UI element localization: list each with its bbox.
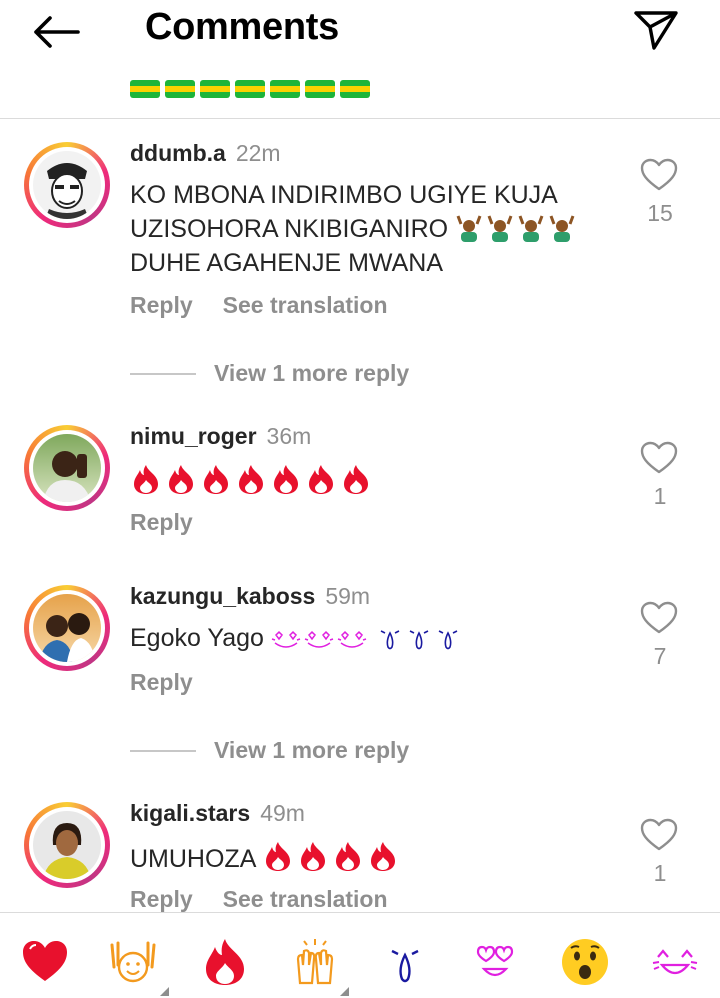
fire-emoji-icon[interactable] [198, 935, 252, 989]
like-count: 15 [647, 200, 673, 226]
comment-text: Egoko Yago [130, 621, 620, 655]
comment-username[interactable]: kazungu_kaboss 59m [130, 583, 370, 610]
avatar[interactable] [24, 142, 110, 228]
flag-emoji-icon [200, 80, 230, 98]
more-options-indicator [160, 987, 169, 996]
clapping-hands-emoji-icon[interactable] [288, 935, 342, 989]
avatar[interactable] [24, 425, 110, 511]
caption-flag-emojis [130, 80, 370, 100]
see-translation-button[interactable]: See translation [223, 292, 388, 318]
reply-button[interactable]: Reply [130, 292, 193, 318]
fire-emoji-icon [130, 465, 375, 496]
divider-line [130, 749, 196, 752]
reply-button[interactable]: Reply [130, 886, 193, 912]
laughing-face-emoji-icon[interactable] [648, 935, 702, 989]
comment-text [130, 463, 620, 499]
view-more-replies-button[interactable]: View 1 more reply [130, 737, 409, 764]
like-count: 1 [653, 483, 667, 509]
person-gesturing-ok-emoji-icon [487, 215, 513, 242]
see-translation-button[interactable]: See translation [223, 886, 388, 912]
like-count: 7 [653, 643, 667, 669]
flag-emoji-icon [340, 80, 370, 98]
comment-actions: Reply See translation [130, 886, 388, 913]
heart-eyes-emoji-icon[interactable] [468, 935, 522, 989]
heart-like-icon[interactable] [640, 601, 678, 635]
emoji-reaction-bar [0, 912, 720, 998]
comment-text: UMUHOZA [130, 840, 620, 876]
flag-emoji-icon [235, 80, 265, 98]
heart-like-icon[interactable] [640, 158, 678, 192]
person-gesturing-ok-emoji-icon [549, 215, 575, 242]
comment-username[interactable]: nimu_roger 36m [130, 423, 311, 450]
flag-emoji-icon [130, 80, 160, 98]
comment-time: 59m [325, 583, 371, 609]
more-options-indicator [340, 987, 349, 996]
comment-username[interactable]: kigali.stars 49m [130, 800, 305, 827]
flag-emoji-icon [270, 80, 300, 98]
header-bar: Comments [0, 0, 720, 119]
heart-like-icon[interactable] [640, 818, 678, 852]
divider-line [130, 372, 196, 375]
avatar[interactable] [24, 585, 110, 671]
comment-actions: Reply [130, 669, 193, 696]
comment-time: 49m [260, 800, 305, 826]
raising-hands-emoji-icon[interactable] [106, 935, 160, 989]
view-more-replies-button[interactable]: View 1 more reply [130, 360, 409, 387]
comment-actions: Reply See translation [130, 292, 388, 319]
comment-time: 22m [235, 140, 281, 166]
comment-time: 36m [266, 423, 312, 449]
red-heart-emoji-icon[interactable] [18, 935, 72, 989]
fire-emoji-icon [262, 842, 402, 873]
paper-plane-icon[interactable] [632, 8, 680, 52]
crying-face-emoji-icon[interactable] [378, 935, 432, 989]
crying-face-emoji-icon [377, 624, 464, 652]
comment-actions: Reply [130, 509, 193, 536]
heart-like-icon[interactable] [640, 441, 678, 475]
heart-eyes-emoji-icon [271, 624, 370, 652]
like-count: 1 [653, 860, 667, 886]
comment-text: KO MBONA INDIRIMBO UGIYE KUJA UZISOHORA … [130, 178, 620, 280]
flag-emoji-icon [165, 80, 195, 98]
arrow-left-icon[interactable] [30, 12, 82, 52]
reply-button[interactable]: Reply [130, 669, 193, 695]
reply-button[interactable]: Reply [130, 509, 193, 535]
flag-emoji-icon [305, 80, 335, 98]
person-gesturing-ok-emoji-icon [456, 215, 482, 242]
avatar[interactable] [24, 802, 110, 888]
page-title: Comments [145, 6, 339, 48]
comment-username[interactable]: ddumb.a 22m [130, 140, 281, 167]
person-gesturing-ok-emoji-icon [518, 215, 544, 242]
surprised-face-emoji-icon[interactable] [558, 935, 612, 989]
